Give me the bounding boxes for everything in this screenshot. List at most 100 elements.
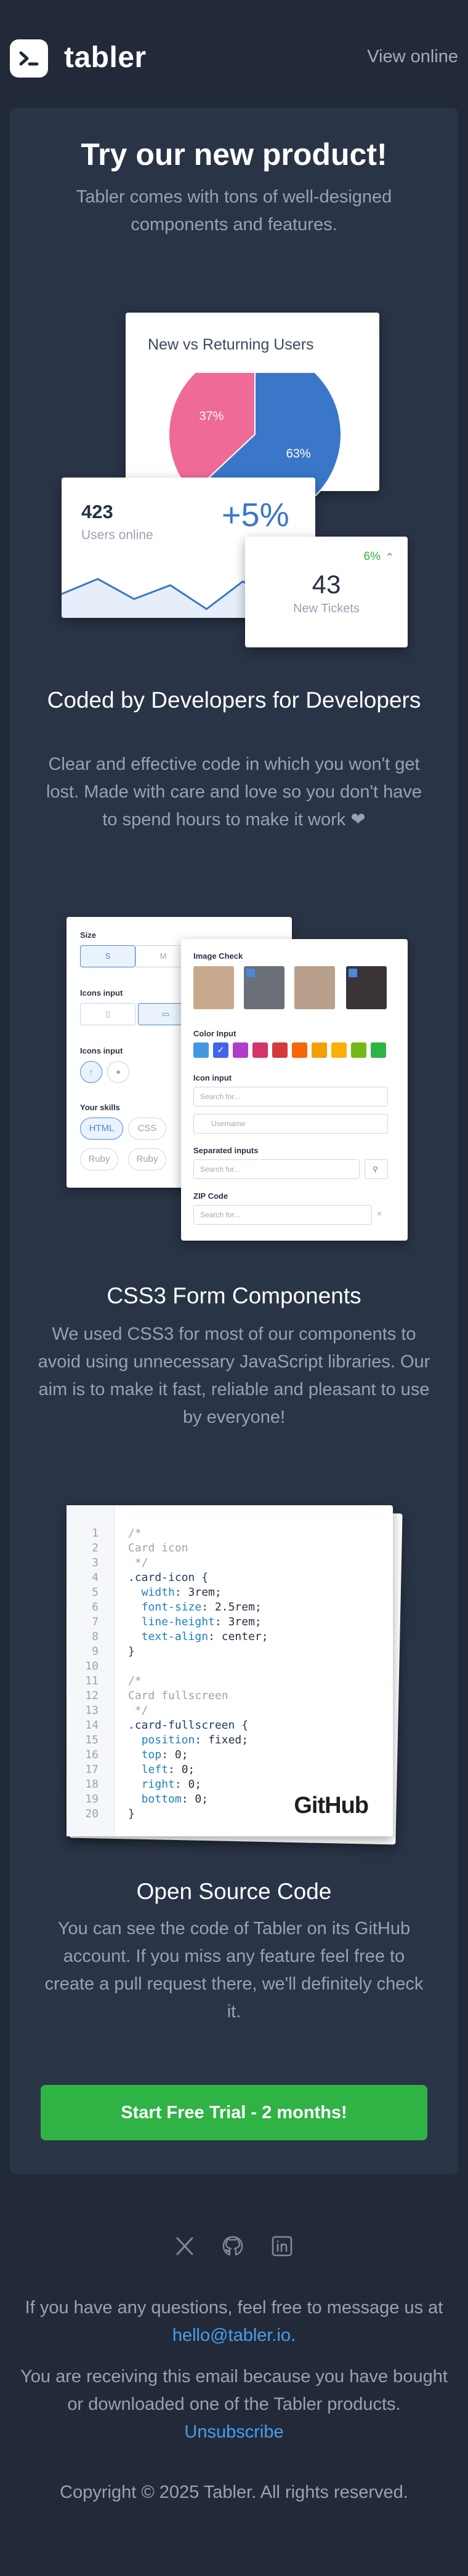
color-swatch[interactable] <box>193 1042 209 1058</box>
line-number: 7 <box>92 1615 99 1628</box>
line-number: 17 <box>85 1763 99 1776</box>
search-input[interactable]: Search for... <box>193 1087 388 1106</box>
code-line: */ <box>128 1556 148 1569</box>
unsubscribe-link[interactable]: Unsubscribe <box>184 2422 283 2442</box>
avatar-option-2[interactable] <box>244 966 284 1009</box>
form-right-card: Image Check Color Input ✓ Icon input Sea… <box>181 939 408 1241</box>
chart-title: New vs Returning Users <box>148 336 314 353</box>
code-line: } <box>128 1645 135 1658</box>
skill-css[interactable]: CSS <box>128 1118 166 1140</box>
code-line: top: 0; <box>141 1748 188 1761</box>
linkedin-icon[interactable] <box>270 2234 294 2258</box>
avatar-option-3[interactable] <box>294 966 335 1009</box>
intro-title: Try our new product! <box>81 137 387 172</box>
upload-icon[interactable]: ↑ <box>80 1061 102 1083</box>
email-header: tabler View online <box>0 0 468 108</box>
microphone-icon[interactable]: ● <box>107 1061 129 1083</box>
phone-icon[interactable]: ▯ <box>80 1003 135 1025</box>
icon-input-label: Icon input <box>193 1073 232 1082</box>
questions-suffix: . <box>291 2326 296 2345</box>
color-swatch[interactable] <box>351 1042 366 1058</box>
users-chart-card: New vs Returning Users 37% 63% <box>126 313 379 496</box>
devs-title: Coded by Developers for Developers <box>47 687 421 713</box>
line-number: 20 <box>85 1807 99 1820</box>
users-change: +5% <box>222 497 289 534</box>
zip-input[interactable]: Search for... <box>193 1205 372 1225</box>
tickets-label: New Tickets <box>293 602 360 615</box>
code-block: 1 /* 2 Card icon 3 */ 4 .card-icon {5 width: 3… <box>67 1526 393 1834</box>
code-line: line-height: 3rem; <box>141 1615 262 1628</box>
code-line: font-size: 2.5rem; <box>141 1601 262 1614</box>
oss-title: Open Source Code <box>136 1879 332 1904</box>
color-swatch[interactable] <box>371 1042 386 1058</box>
size-option-s[interactable]: S <box>80 945 135 967</box>
color-swatch[interactable] <box>292 1042 307 1058</box>
line-number: 13 <box>85 1704 99 1717</box>
oss-text: You can see the code of Tabler on its Gi… <box>44 1919 424 2022</box>
line-number: 1 <box>92 1527 99 1540</box>
view-online-link[interactable]: View online <box>367 47 458 67</box>
css-text: We used CSS3 for most of our components … <box>38 1324 430 1427</box>
intro-subtitle: Tabler comes with tons of well-designed … <box>76 187 392 234</box>
skills-label: Your skills <box>80 1103 120 1112</box>
zip-code-label: ZIP Code <box>193 1191 228 1201</box>
color-input-label: Color Input <box>193 1029 236 1038</box>
brand-name[interactable]: tabler <box>64 41 147 74</box>
line-number: 14 <box>85 1719 99 1732</box>
line-number: 3 <box>92 1556 99 1569</box>
line-number: 10 <box>85 1660 99 1673</box>
line-number: 18 <box>85 1778 99 1791</box>
avatar-option-1[interactable] <box>193 966 234 1009</box>
code-line: Card fullscreen <box>128 1689 228 1702</box>
email-link[interactable]: hello@tabler.io <box>172 2326 291 2345</box>
line-number: 12 <box>85 1689 99 1702</box>
pie-label-new: 63% <box>286 447 311 461</box>
github-icon[interactable] <box>220 2234 245 2258</box>
receiving-text: You are receiving this email because you… <box>12 2363 456 2446</box>
pie-label-returning: 37% <box>199 409 224 423</box>
color-swatch[interactable]: ✓ <box>213 1042 228 1058</box>
chevron-up-icon: ⌃ <box>385 551 394 563</box>
skill-html[interactable]: HTML <box>80 1118 123 1140</box>
github-logo: GitHub <box>294 1793 369 1818</box>
color-swatch[interactable] <box>312 1042 327 1058</box>
icons-input-label: Icons input <box>80 988 123 998</box>
code-line: } <box>128 1807 135 1820</box>
devs-text: Clear and effective code in which you wo… <box>46 754 422 830</box>
tickets-value: 43 <box>312 570 341 599</box>
line-number: 2 <box>92 1542 99 1554</box>
tabler-logo-icon[interactable] <box>10 39 48 78</box>
users-online-label: Users online <box>81 528 153 542</box>
code-line: /* <box>128 1527 142 1540</box>
icons-input-label-2: Icons input <box>80 1046 123 1055</box>
skill-ruby[interactable]: Ruby <box>80 1148 118 1170</box>
size-label: Size <box>80 930 97 940</box>
line-number: 9 <box>92 1645 99 1658</box>
code-line: bottom: 0; <box>141 1793 209 1806</box>
separated-inputs-label: Separated inputs <box>193 1146 259 1155</box>
code-line: width: 3rem; <box>141 1586 222 1599</box>
close-icon[interactable]: × <box>377 1209 382 1218</box>
code-line: text-align: center; <box>141 1630 268 1643</box>
users-online-value: 423 <box>81 501 113 522</box>
code-card: 1 /* 2 Card icon 3 */ 4 .card-icon {5 width: 3… <box>67 1505 393 1836</box>
line-number: 5 <box>92 1586 99 1599</box>
username-input[interactable]: Username <box>193 1114 388 1134</box>
color-swatch[interactable] <box>331 1042 347 1058</box>
avatar-option-4[interactable] <box>346 966 387 1009</box>
x-icon[interactable] <box>172 2234 197 2258</box>
image-check-label: Image Check <box>193 951 243 961</box>
separated-search-input[interactable]: Search for... <box>193 1159 360 1179</box>
search-icon[interactable]: ⚲ <box>365 1159 388 1179</box>
line-number: 11 <box>85 1674 99 1687</box>
skill-ruby-2[interactable]: Ruby <box>128 1148 166 1170</box>
color-swatches: ✓ <box>193 1042 390 1058</box>
line-number: 16 <box>85 1748 99 1761</box>
questions-text: If you have any questions, feel free to … <box>12 2294 456 2350</box>
color-swatch[interactable] <box>272 1042 288 1058</box>
start-trial-button[interactable]: Start Free Trial - 2 months! <box>41 2085 427 2140</box>
color-swatch[interactable] <box>233 1042 248 1058</box>
css-title: CSS3 Form Components <box>107 1283 361 1308</box>
color-swatch[interactable] <box>252 1042 268 1058</box>
line-number: 6 <box>92 1601 99 1614</box>
